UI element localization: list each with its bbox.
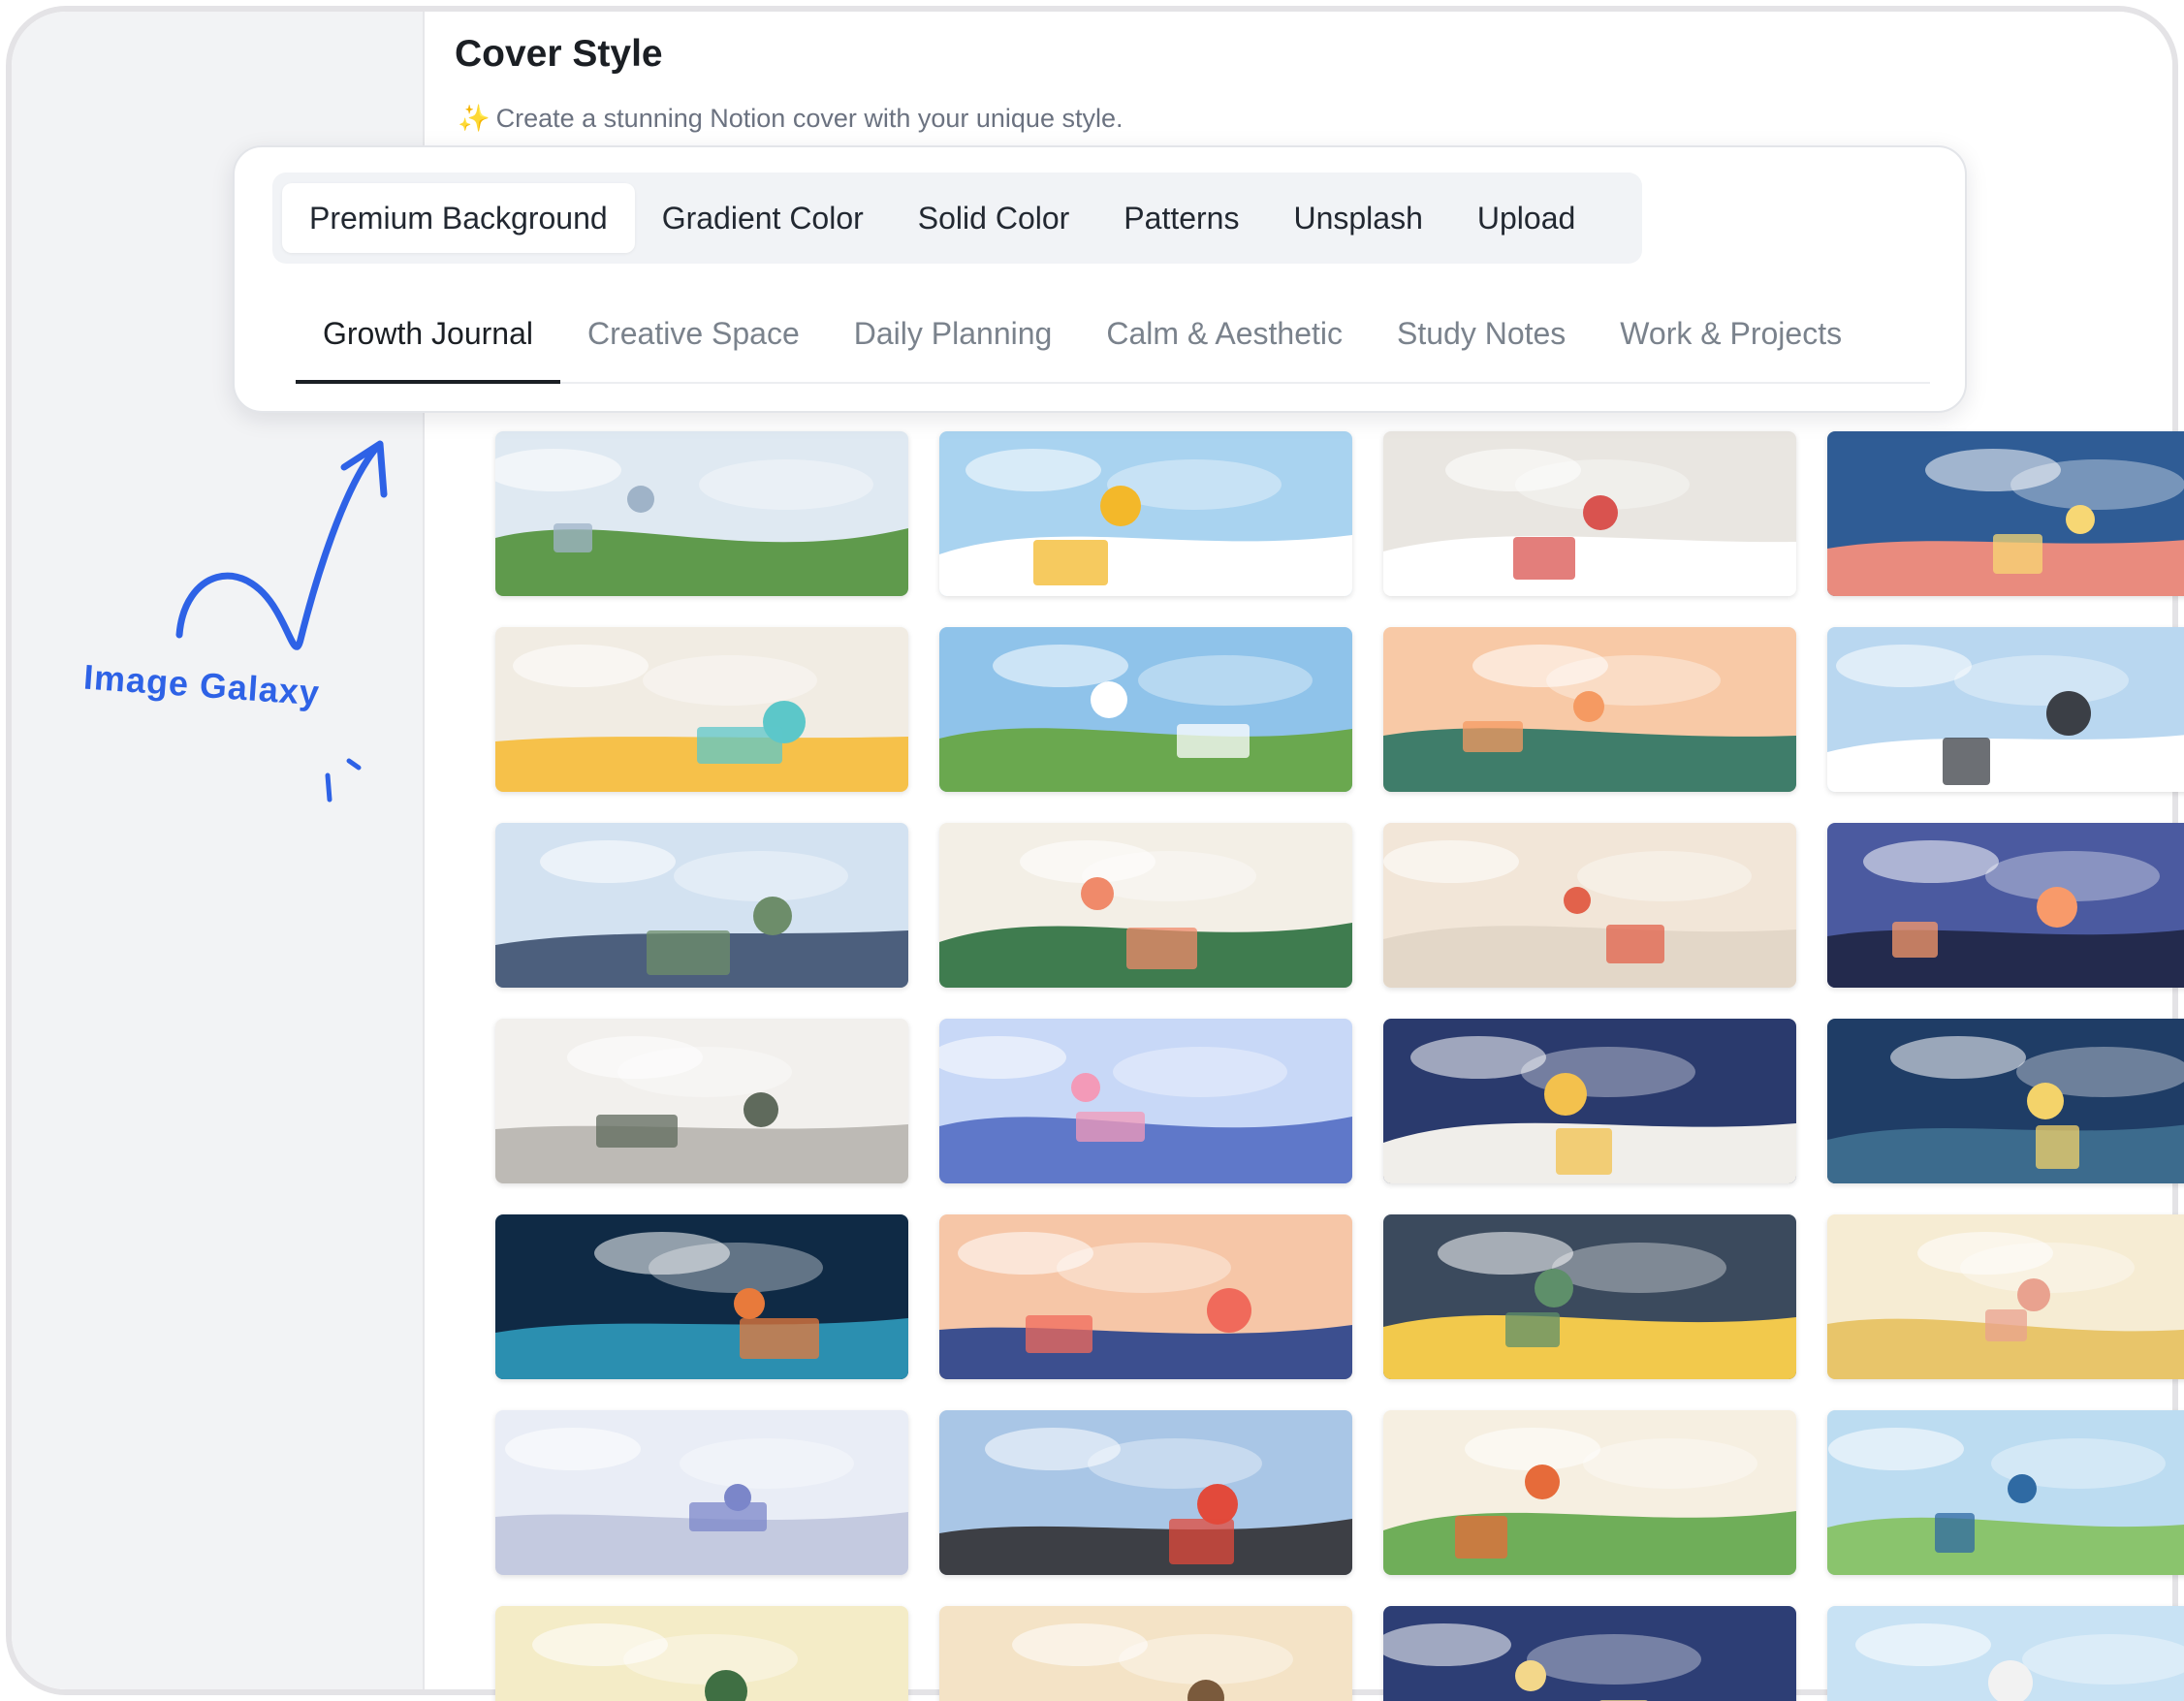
source-tab-patterns[interactable]: Patterns — [1096, 183, 1266, 253]
thumbnail-illustration — [939, 431, 1352, 596]
thumbnail-illustration — [495, 1214, 908, 1379]
cover-thumbnail-ribbon-dancer[interactable] — [1827, 1214, 2184, 1379]
thumbnail-illustration — [1827, 1606, 2184, 1701]
tab-work-projects[interactable]: Work & Projects — [1593, 285, 1869, 382]
page-title: Cover Style — [455, 33, 663, 75]
thumbnail-illustration — [1827, 1410, 2184, 1575]
cover-thumbnail-canyon-cliff[interactable] — [495, 823, 908, 988]
thumbnail-illustration — [1827, 1214, 2184, 1379]
cover-thumbnail-gold-coins-clouds[interactable] — [939, 431, 1352, 596]
thumbnail-illustration — [1383, 823, 1796, 988]
source-tab-premium-background[interactable]: Premium Background — [282, 183, 635, 253]
cover-thumbnail-sunrise-mountains[interactable] — [1383, 627, 1796, 792]
cover-thumbnail-birds-sky-dancer[interactable] — [1827, 1606, 2184, 1701]
source-tab-upload[interactable]: Upload — [1450, 183, 1602, 253]
tab-growth-journal[interactable]: Growth Journal — [296, 285, 560, 384]
source-tab-gradient-color[interactable]: Gradient Color — [635, 183, 891, 253]
tab-creative-space[interactable]: Creative Space — [560, 285, 827, 382]
thumbnail-illustration — [1383, 1606, 1796, 1701]
cover-thumbnail-hiker-green-hill[interactable] — [939, 627, 1352, 792]
cover-thumbnail-neon-bridge-city[interactable] — [939, 1019, 1352, 1183]
thumbnail-illustration — [1383, 627, 1796, 792]
cover-thumbnail-home-yoga[interactable] — [495, 1410, 908, 1575]
thumbnail-illustration — [1383, 1214, 1796, 1379]
thumbnail-illustration — [495, 431, 908, 596]
page-subtitle: ✨ Create a stunning Notion cover with you… — [458, 103, 1123, 134]
thumbnail-illustration — [939, 823, 1352, 988]
cover-thumbnail-snow-cabin-skiers[interactable] — [1827, 627, 2184, 792]
cover-thumbnail-sunset-hill[interactable] — [1827, 823, 2184, 988]
cover-thumbnail-greenhouse-flowers[interactable] — [939, 823, 1352, 988]
cover-thumbnail-garden-plants[interactable] — [495, 1606, 908, 1701]
cover-thumbnail-hikers-coastline[interactable] — [1827, 1410, 2184, 1575]
thumbnail-illustration — [1383, 1019, 1796, 1183]
sparkles-icon: ✨ — [458, 104, 491, 133]
cover-thumbnail-european-street[interactable] — [1383, 823, 1796, 988]
thumbnail-illustration — [1827, 431, 2184, 596]
category-tabs: Growth Journal Creative Space Daily Plan… — [296, 285, 1930, 384]
cover-thumbnail-runners-with-dogs[interactable] — [1383, 1410, 1796, 1575]
cover-thumbnail-balcony-reader-night[interactable] — [1383, 1019, 1796, 1183]
cover-thumbnail-year-ahead-planner[interactable] — [939, 1214, 1352, 1379]
thumbnail-illustration — [939, 1410, 1352, 1575]
cover-thumbnail-glowing-tunnel[interactable] — [495, 1214, 908, 1379]
source-tab-solid-color[interactable]: Solid Color — [891, 183, 1097, 253]
source-segmented-control: Premium Background Gradient Color Solid … — [272, 173, 1642, 264]
thumbnail-illustration — [939, 1606, 1352, 1701]
thumbnail-illustration — [1827, 627, 2184, 792]
thumbnail-illustration — [495, 1606, 908, 1701]
thumbnail-illustration — [495, 1019, 908, 1183]
cover-thumbnail-typewriter-study[interactable] — [1827, 1019, 2184, 1183]
cover-thumbnail-cafe-barista[interactable] — [1383, 1214, 1796, 1379]
thumbnail-illustration — [1383, 431, 1796, 596]
cover-picker-panel: Premium Background Gradient Color Solid … — [233, 145, 1967, 413]
cover-thumbnail-city-crowd-billboards[interactable] — [939, 1410, 1352, 1575]
thumbnail-illustration — [1383, 1410, 1796, 1575]
thumbnail-illustration — [939, 1214, 1352, 1379]
cover-thumbnail-city-skyline-bench[interactable] — [495, 431, 908, 596]
thumbnail-illustration — [939, 1019, 1352, 1183]
cover-thumbnail-library-night-lamp[interactable] — [1383, 1606, 1796, 1701]
cover-thumbnail-desk-craft-flatlay[interactable] — [1383, 431, 1796, 596]
tab-daily-planning[interactable]: Daily Planning — [827, 285, 1080, 382]
thumbnail-illustration — [495, 1410, 908, 1575]
cover-thumbnail-autumn-park[interactable] — [939, 1606, 1352, 1701]
tab-calm-aesthetic[interactable]: Calm & Aesthetic — [1079, 285, 1370, 382]
cover-thumbnail-sticky-notes-wall[interactable] — [495, 627, 908, 792]
thumbnail-illustration — [495, 823, 908, 988]
thumbnail-illustration — [1827, 1019, 2184, 1183]
thumbnail-illustration — [939, 627, 1352, 792]
subtitle-text: Create a stunning Notion cover with your… — [495, 104, 1124, 133]
thumbnail-illustration — [1827, 823, 2184, 988]
thumbnail-illustration — [495, 627, 908, 792]
cover-thumbnail-open-book-lamp[interactable] — [1827, 431, 2184, 596]
source-tab-unsplash[interactable]: Unsplash — [1266, 183, 1449, 253]
annotation-arrow-icon — [175, 440, 388, 803]
cover-thumbnail-window-desk-winter[interactable] — [495, 1019, 908, 1183]
tab-study-notes[interactable]: Study Notes — [1370, 285, 1593, 382]
